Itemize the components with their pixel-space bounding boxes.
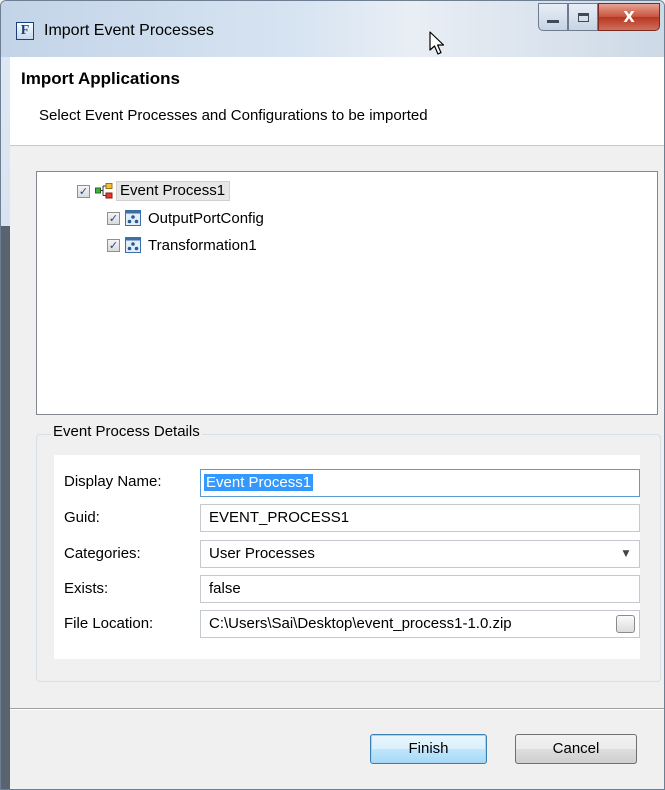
cancel-button[interactable]: Cancel bbox=[515, 734, 637, 764]
window-controls: X bbox=[538, 3, 660, 31]
display-name-value: Event Process1 bbox=[204, 474, 314, 491]
import-event-processes-window: F Import Event Processes X Import Applic… bbox=[0, 0, 665, 790]
categories-select[interactable]: User Processes ▼ bbox=[200, 540, 640, 568]
background-window-edge bbox=[1, 226, 10, 789]
checkbox-event-process1[interactable]: ✓ bbox=[77, 184, 90, 198]
wizard-banner: Import Applications Select Event Process… bbox=[10, 57, 664, 146]
details-panel: Display Name: Event Process1 Guid: EVENT… bbox=[54, 455, 640, 659]
maximize-button[interactable] bbox=[568, 3, 598, 31]
file-location-value: C:\Users\Sai\Desktop\event_process1-1.0.… bbox=[209, 615, 512, 632]
finish-button[interactable]: Finish bbox=[370, 734, 487, 764]
check-icon: ✓ bbox=[108, 238, 119, 252]
event-process-tree[interactable]: ✓ Event Process1 ✓ OutputPortConfig ✓ Tr… bbox=[36, 171, 658, 415]
tree-item-label: Event Process1 bbox=[116, 181, 231, 201]
file-location-field[interactable]: C:\Users\Sai\Desktop\event_process1-1.0.… bbox=[200, 610, 640, 638]
minimize-button[interactable] bbox=[538, 3, 568, 31]
title-bar[interactable]: F Import Event Processes X bbox=[1, 1, 664, 57]
page-title: Import Applications bbox=[21, 69, 180, 88]
close-icon: X bbox=[623, 8, 635, 26]
tree-item-label: Transformation1 bbox=[148, 236, 257, 254]
maximize-icon bbox=[577, 12, 589, 22]
browse-button[interactable] bbox=[616, 615, 635, 633]
check-icon: ✓ bbox=[108, 211, 119, 225]
display-name-field[interactable]: Event Process1 bbox=[200, 469, 640, 497]
minimize-icon bbox=[547, 19, 559, 23]
event-process-icon bbox=[95, 183, 113, 199]
config-icon bbox=[125, 210, 143, 226]
page-description: Select Event Processes and Configuration… bbox=[39, 107, 428, 124]
check-icon: ✓ bbox=[78, 184, 89, 198]
app-icon: F bbox=[16, 22, 34, 40]
guid-field[interactable]: EVENT_PROCESS1 bbox=[200, 504, 640, 532]
mouse-cursor-icon bbox=[429, 31, 445, 55]
guid-label: Guid: bbox=[64, 509, 100, 526]
config-icon bbox=[125, 237, 143, 253]
tree-item-transformation1[interactable]: ✓ Transformation1 bbox=[107, 234, 257, 256]
exists-field[interactable]: false bbox=[200, 575, 640, 603]
checkbox-outputportconfig[interactable]: ✓ bbox=[107, 211, 120, 225]
checkbox-transformation1[interactable]: ✓ bbox=[107, 238, 120, 252]
tree-item-event-process1[interactable]: ✓ Event Process1 bbox=[77, 180, 231, 202]
file-location-label: File Location: bbox=[64, 615, 154, 632]
window-title: Import Event Processes bbox=[44, 22, 214, 39]
close-button[interactable]: X bbox=[598, 3, 660, 31]
categories-label: Categories: bbox=[64, 545, 141, 562]
exists-label: Exists: bbox=[64, 580, 109, 597]
group-title: Event Process Details bbox=[51, 423, 202, 440]
button-bar-separator bbox=[10, 708, 664, 710]
event-process-details-group: Event Process Details Display Name: Even… bbox=[36, 423, 661, 682]
dialog-content: Import Applications Select Event Process… bbox=[10, 57, 664, 789]
tree-item-label: OutputPortConfig bbox=[148, 209, 264, 227]
categories-value: User Processes bbox=[209, 545, 315, 562]
chevron-down-icon[interactable]: ▼ bbox=[613, 541, 639, 567]
tree-item-outputportconfig[interactable]: ✓ OutputPortConfig bbox=[107, 207, 264, 229]
display-name-label: Display Name: bbox=[64, 473, 162, 490]
